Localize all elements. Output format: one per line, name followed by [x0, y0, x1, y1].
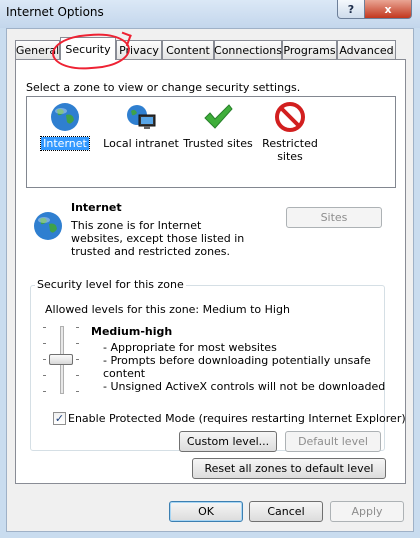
security-level-group-title: Security level for this zone [35, 278, 186, 291]
ok-button[interactable]: OK [169, 501, 243, 522]
protected-mode-label[interactable]: Enable Protected Mode (requires restarti… [68, 412, 406, 425]
zone-label-internet: Internet [40, 136, 90, 151]
slider-tick [43, 359, 46, 360]
default-level-button[interactable]: Default level [285, 431, 381, 452]
close-button[interactable]: x [364, 0, 412, 19]
slider-tick [76, 359, 79, 360]
slider-tick [76, 327, 79, 328]
tab-content[interactable]: Content [162, 40, 214, 59]
level-name: Medium-high [91, 325, 173, 338]
reset-all-zones-button[interactable]: Reset all zones to default level [192, 458, 386, 479]
zone-local-intranet[interactable]: Local intranet [101, 101, 181, 150]
slider-tick [43, 391, 46, 392]
zone-description: This zone is for Internet websites, exce… [71, 219, 245, 258]
tab-programs[interactable]: Programs [282, 40, 337, 59]
dialog-client: General Security Privacy Content Connect… [6, 28, 414, 532]
zone-prompt: Select a zone to view or change security… [26, 81, 301, 94]
restricted-icon [274, 101, 306, 133]
cancel-button[interactable]: Cancel [249, 501, 323, 522]
slider-tick [43, 327, 46, 328]
zone-label-local-intranet: Local intranet [103, 137, 179, 150]
level-bullet: - Unsigned ActiveX controls will not be … [103, 380, 386, 393]
window-title: Internet Options [6, 5, 104, 19]
level-bullet: - Appropriate for most websites [103, 341, 277, 354]
security-tab-panel: Select a zone to view or change security… [15, 59, 406, 484]
security-level-slider-thumb[interactable] [49, 354, 73, 365]
zone-restricted-sites[interactable]: Restricted sites [259, 101, 321, 163]
tab-advanced[interactable]: Advanced [337, 40, 396, 59]
zone-list: Internet Local intranet Trusted sites Re… [26, 96, 396, 188]
allowed-levels-text: Allowed levels for this zone: Medium to … [45, 303, 290, 316]
help-button[interactable]: ? [337, 0, 365, 19]
zone-trusted-sites[interactable]: Trusted sites [183, 101, 253, 150]
internet-zone-globe-icon [32, 210, 64, 242]
zone-internet[interactable]: Internet [35, 101, 95, 151]
zone-name: Internet [71, 201, 122, 214]
intranet-icon [125, 101, 157, 133]
title-bar: Internet Options ? x [0, 0, 420, 28]
slider-tick [76, 391, 79, 392]
security-level-group: Security level for this zone Allowed lev… [30, 278, 406, 452]
apply-button[interactable]: Apply [330, 501, 404, 522]
level-bullet: - Prompts before downloading potentially… [103, 354, 371, 380]
custom-level-button[interactable]: Custom level... [179, 431, 277, 452]
tab-connections[interactable]: Connections [214, 40, 282, 59]
sites-button[interactable]: Sites [286, 207, 382, 228]
zone-label-restricted-sites: Restricted sites [262, 137, 318, 163]
slider-tick [43, 343, 46, 344]
globe-icon [49, 101, 81, 133]
zone-label-trusted-sites: Trusted sites [183, 137, 253, 150]
protected-mode-checkbox[interactable]: ✓ [53, 412, 66, 425]
checkmark-icon [202, 101, 234, 133]
slider-tick [76, 343, 79, 344]
slider-tick [43, 375, 46, 376]
slider-tick [76, 375, 79, 376]
